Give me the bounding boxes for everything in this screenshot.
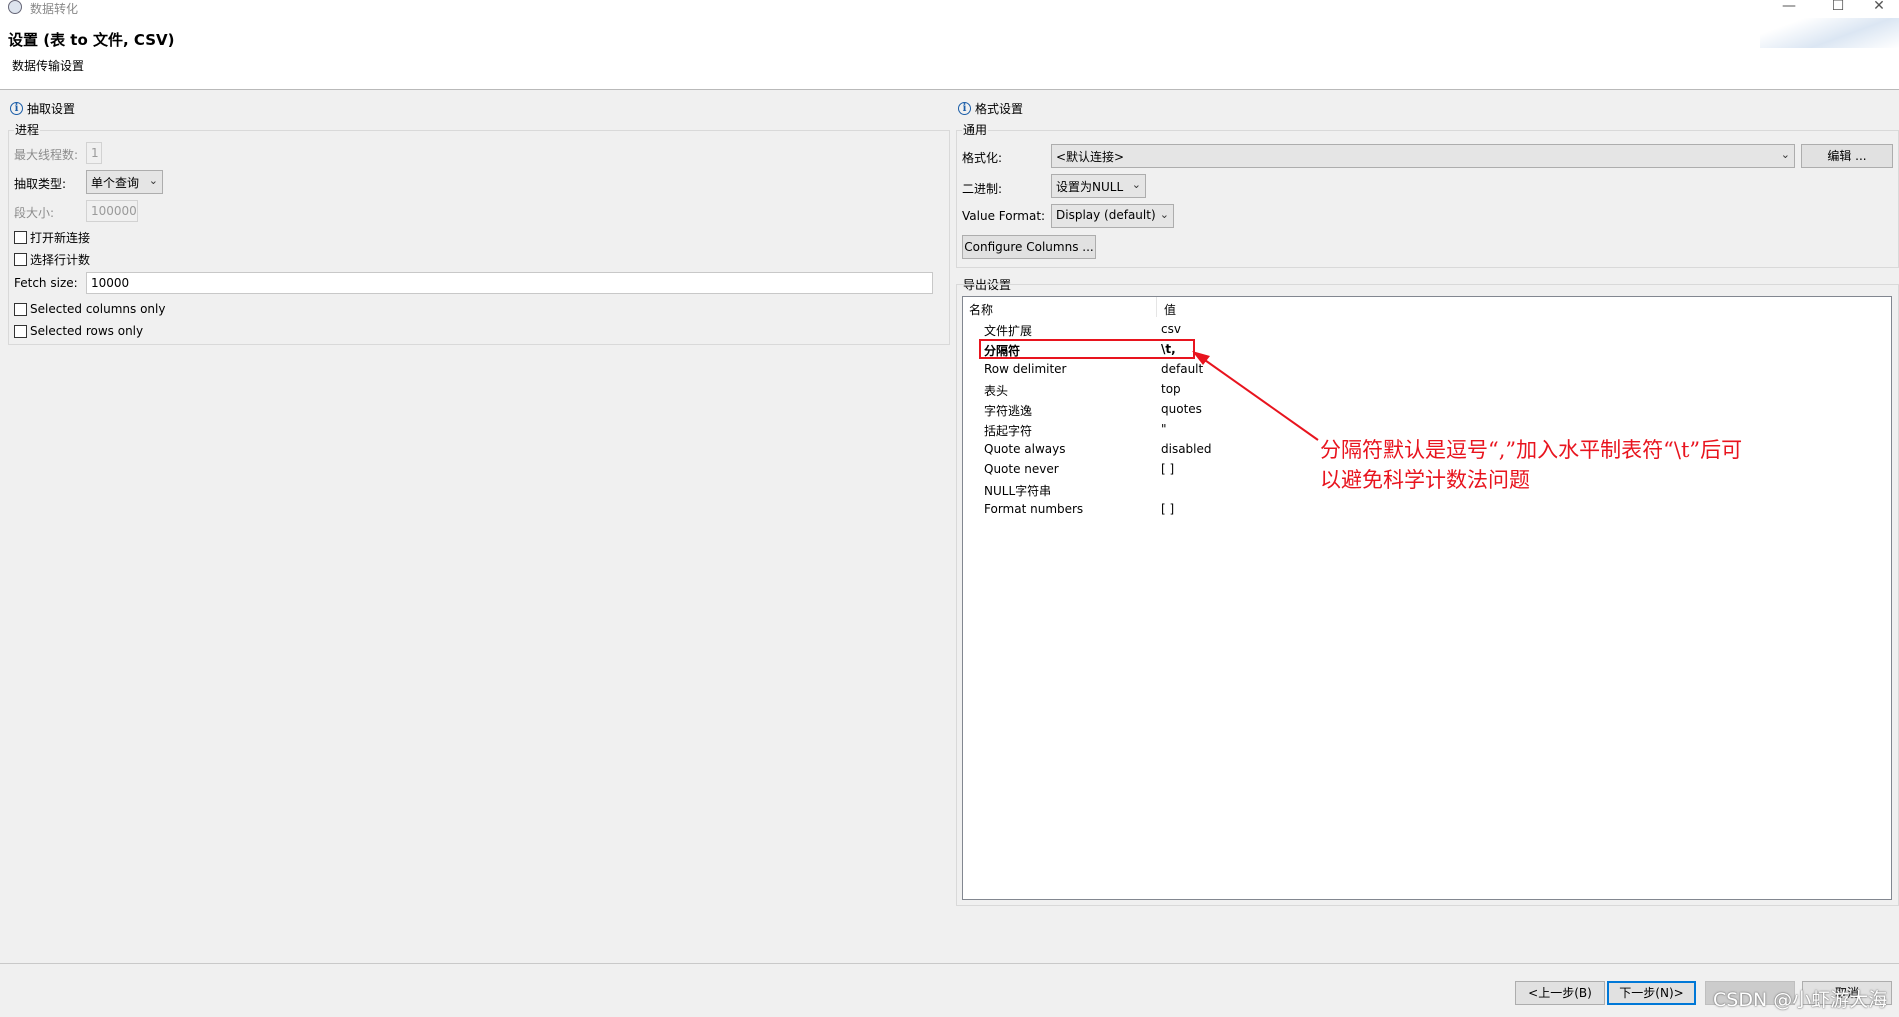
wizard-subtitle: 数据传输设置 [12,59,85,73]
chevron-down-icon: ⌄ [1131,178,1141,191]
checkbox-box [14,302,27,316]
property-value: [ ] [1161,462,1175,476]
back-button[interactable]: <上一步(B) [1515,981,1605,1005]
value-format-label: Value Format: [962,209,1046,223]
property-name: Quote always [984,442,1066,456]
chevron-down-icon: ⌄ [1159,208,1169,221]
binary-value: 设置为NULL [1056,180,1124,194]
general-group-label: 通用 [962,121,989,138]
checkbox-box [14,253,27,266]
watermark-text: CSDN @小虾游大海 [1713,989,1888,1011]
table-row[interactable]: 文件扩展 csv [963,319,1891,339]
property-name: 字符逃逸 [984,404,1033,418]
chevron-down-icon: ⌄ [1780,148,1790,161]
property-name: Format numbers [984,502,1084,516]
property-value: [ ] [1161,502,1175,516]
formatting-label: 格式化: [962,151,1003,165]
column-header-value: 值 [1164,303,1177,317]
header-banner [1760,18,1899,48]
extract-type-label: 抽取类型: [14,177,67,191]
property-value: top [1161,382,1181,396]
property-name: 括起字符 [984,424,1033,438]
window-titlebar: 数据转化 — ☐ ✕ [0,0,1899,18]
checkbox-box [14,324,27,338]
extraction-section-header: i 抽取设置 [10,100,75,117]
property-name: NULL字符串 [984,484,1052,498]
property-value: csv [1161,322,1181,336]
open-new-connection-label: 打开新连接 [30,231,91,245]
extraction-section-title: 抽取设置 [27,102,76,116]
binary-label: 二进制: [962,182,1003,196]
property-value: quotes [1161,402,1202,416]
chevron-down-icon: ⌄ [148,174,158,187]
property-value: " [1161,422,1167,436]
annotation-text: 分隔符默认是逗号“,”加入水平制表符“\t”后可 以避免科学计数法问题 [1320,435,1880,495]
annotation-line-2: 以避免科学计数法问题 [1320,468,1530,492]
info-icon: i [10,102,23,115]
info-icon: i [958,102,971,115]
process-group-label: 进程 [14,121,41,138]
table-row[interactable]: 字符逃逸 quotes [963,399,1891,419]
formatting-select[interactable]: <默认连接> ⌄ [1051,144,1795,168]
max-threads-label: 最大线程数: [14,148,79,162]
format-section-title: 格式设置 [975,102,1024,116]
segment-size-field: 100000 [86,200,138,222]
property-value: disabled [1161,442,1212,456]
property-name: Row delimiter [984,362,1067,376]
segment-size-label: 段大小: [14,206,55,220]
table-row[interactable]: Row delimiter default [963,359,1891,379]
selected-rows-only-checkbox[interactable]: Selected rows only [14,324,143,338]
property-name: 文件扩展 [984,324,1033,338]
value-format-select[interactable]: Display (default) ⌄ [1051,204,1174,228]
maximize-icon[interactable]: ☐ [1818,0,1858,16]
highlight-rectangle [979,339,1195,359]
annotation-line-1: 分隔符默认是逗号“,”加入水平制表符“\t”后可 [1320,438,1743,462]
wizard-header: 设置 (表 to 文件, CSV) 数据传输设置 [0,18,1899,90]
extract-type-select[interactable]: 单个查询 ⌄ [86,170,163,194]
property-name: Quote never [984,462,1059,476]
selected-rows-only-label: Selected rows only [30,324,144,338]
value-format-value: Display (default) [1056,208,1156,222]
max-threads-field: 1 [86,142,102,164]
column-header-name: 名称 [969,303,994,317]
extract-type-value: 单个查询 [91,176,140,190]
select-row-count-checkbox[interactable]: 选择行计数 [14,251,90,268]
select-row-count-label: 选择行计数 [30,253,91,267]
footer-divider [0,963,1899,964]
wizard-title: 设置 (表 to 文件, CSV) [8,31,175,49]
fetch-size-label: Fetch size: [14,276,78,290]
export-properties-table[interactable]: 名称 值 文件扩展 csv 分隔符 \t, Row delimiter defa… [962,296,1892,900]
next-button[interactable]: 下一步(N)> [1607,981,1696,1005]
selected-columns-only-label: Selected columns only [30,302,166,316]
app-icon [8,0,22,14]
property-name: 表头 [984,384,1009,398]
minimize-icon[interactable]: — [1769,0,1809,16]
binary-select[interactable]: 设置为NULL ⌄ [1051,174,1146,198]
table-row[interactable]: Format numbers [ ] [963,499,1891,519]
property-value: default [1161,362,1204,376]
edit-format-button[interactable]: 编辑 ... [1801,144,1893,168]
configure-columns-button[interactable]: Configure Columns ... [962,235,1096,259]
formatting-value: <默认连接> [1056,150,1125,164]
table-row[interactable]: 表头 top [963,379,1891,399]
window-title: 数据转化 [30,2,79,16]
close-icon[interactable]: ✕ [1859,0,1899,16]
format-section-header: i 格式设置 [958,100,1023,117]
open-new-connection-checkbox[interactable]: 打开新连接 [14,229,90,246]
checkbox-box [14,231,27,244]
selected-columns-only-checkbox[interactable]: Selected columns only [14,302,165,316]
column-divider [1156,297,1157,317]
fetch-size-input[interactable]: 10000 [86,272,933,294]
